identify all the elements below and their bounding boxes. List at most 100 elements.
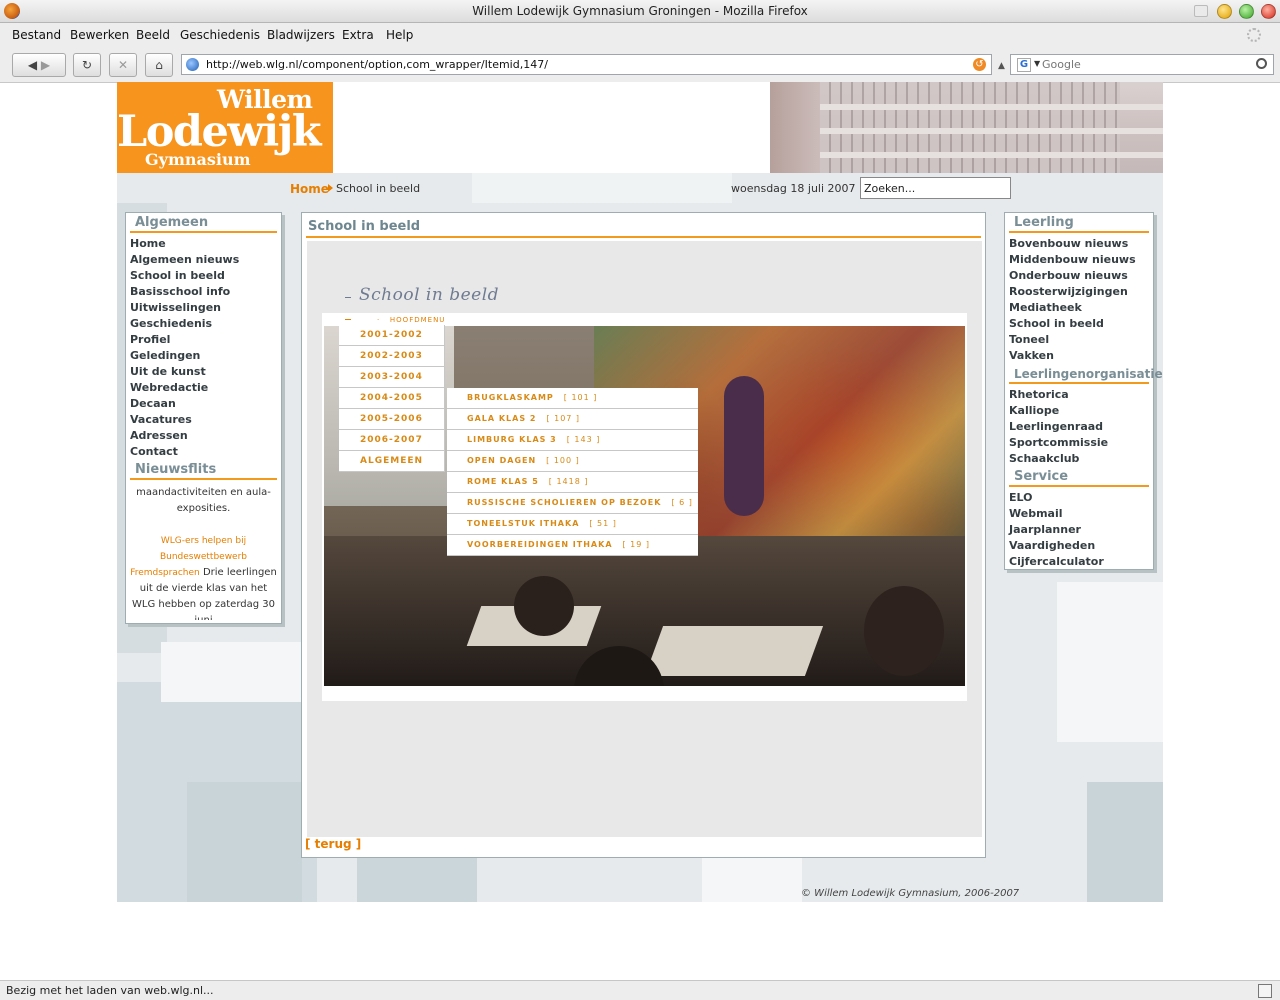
album-name[interactable]: OPEN DAGEN [467,456,536,465]
breadcrumb-home-link[interactable]: Home [290,182,329,196]
back-link[interactable]: [ terug ] [305,837,361,851]
right-menu-item[interactable]: Mediatheek [1005,300,1153,316]
right-menu-item[interactable]: Bovenbouw nieuws [1005,236,1153,252]
hoofdmenu-link[interactable]: · HOOFDMENU [377,316,445,324]
hoofdmenu-label[interactable]: HOOFDMENU [390,316,446,324]
album-name[interactable]: TONEELSTUK ITHAKA [467,519,579,528]
left-menu-item[interactable]: Adressen [126,428,281,444]
year-item[interactable]: 2002-2003 [339,346,445,367]
year-item[interactable]: 2006-2007 [339,430,445,451]
right-menu-item[interactable]: Leerlingenraad [1005,419,1153,435]
year-item[interactable]: 2003-2004 [339,367,445,388]
year-item[interactable]: 2001-2002 [339,325,445,346]
left-menu-item[interactable]: Uitwisselingen [126,300,281,316]
album-name[interactable]: GALA KLAS 2 [467,414,536,423]
site-logo[interactable]: Willem Lodewijk Gymnasium [117,82,333,173]
photo-floor-line [820,128,1163,134]
go-icon[interactable]: ↺ [973,58,986,71]
photo-gallery: · HOOFDMENU 2001-2002 2002-2003 2003-200… [322,313,967,701]
reload-icon: ↻ [81,58,93,72]
left-menu-item[interactable]: Vacatures [126,412,281,428]
url-input[interactable] [206,58,946,71]
right-menu-item[interactable]: Vaardigheden [1005,538,1153,554]
back-forward-button[interactable]: ◀ ▶ [12,53,66,77]
album-name[interactable]: RUSSISCHE SCHOLIEREN OP BEZOEK [467,498,661,507]
right-menu-item[interactable]: Jaarplanner [1005,522,1153,538]
google-icon[interactable]: G [1017,58,1031,72]
restore-window-button[interactable] [1194,5,1208,17]
stop-button[interactable]: ✕ [109,53,137,77]
album-item[interactable]: VOORBEREIDINGEN ITHAKA [ 19 ] [447,535,698,556]
album-item[interactable]: GALA KLAS 2 [ 107 ] [447,409,698,430]
right-menu-item[interactable]: Webmail [1005,506,1153,522]
year-item[interactable]: 2004-2005 [339,388,445,409]
right-menu-item[interactable]: Schaakclub [1005,451,1153,467]
album-name[interactable]: VOORBEREIDINGEN ITHAKA [467,540,613,549]
menu-heading-algemeen: Algemeen [130,213,277,233]
web-search-input[interactable] [1042,58,1242,71]
web-page: Willem Lodewijk Gymnasium Home School in… [117,82,1163,902]
left-menu-item[interactable]: Home [126,236,281,252]
left-menu-item[interactable]: Geledingen [126,348,281,364]
reload-button[interactable]: ↻ [73,53,101,77]
menu-help[interactable]: Help [386,28,413,42]
close-window-button[interactable] [1261,4,1276,19]
site-favicon-icon [186,58,199,71]
right-menu-item[interactable]: Rhetorica [1005,387,1153,403]
album-name[interactable]: BRUGKLASKAMP [467,393,554,402]
url-bar[interactable]: ↺ [181,54,992,75]
album-item[interactable]: ROME KLAS 5 [ 1418 ] [447,472,698,493]
year-item[interactable]: 2005-2006 [339,409,445,430]
right-menu-item[interactable]: Cijfercalculator [1005,554,1153,570]
right-menu-item[interactable]: Roosterwijzigingen [1005,284,1153,300]
status-bar: Bezig met het laden van web.wlg.nl... [0,980,1280,1000]
album-menu: BRUGKLASKAMP [ 101 ] GALA KLAS 2 [ 107 ] L… [447,388,698,556]
menu-heading-leerlingenorganisaties: Leerlingenorganisaties [1009,364,1163,384]
album-item[interactable]: OPEN DAGEN [ 100 ] [447,451,698,472]
status-edit-icon[interactable] [1258,984,1272,998]
menu-geschiedenis[interactable]: Geschiedenis [180,28,260,42]
back-icon[interactable]: ◀ [28,58,37,72]
year-item[interactable]: ALGEMEEN [339,451,445,472]
album-item[interactable]: BRUGKLASKAMP [ 101 ] [447,388,698,409]
search-engine-caret-icon[interactable]: ▲ [998,61,1005,71]
left-menu-item[interactable]: Webredactie [126,380,281,396]
right-menu-item[interactable]: Sportcommissie [1005,435,1153,451]
album-name[interactable]: ROME KLAS 5 [467,477,539,486]
forward-icon[interactable]: ▶ [41,58,50,72]
menu-beeld[interactable]: Beeld [136,28,170,42]
right-menu-item[interactable]: Vakken [1005,348,1153,364]
header-spacer [333,82,770,173]
minimize-window-button[interactable] [1217,4,1232,19]
site-search-input[interactable] [860,177,1011,199]
menu-bestand[interactable]: Bestand [12,28,61,42]
album-name[interactable]: LIMBURG KLAS 3 [467,435,557,444]
left-menu-item[interactable]: Geschiedenis [126,316,281,332]
menu-extra[interactable]: Extra [342,28,374,42]
menu-bladwijzers[interactable]: Bladwijzers [267,28,335,42]
chevron-down-icon[interactable]: ▼ [1034,59,1040,68]
search-icon[interactable] [1256,58,1267,69]
right-menu-item[interactable]: Kalliope [1005,403,1153,419]
search-bar[interactable]: G ▼ [1010,54,1274,75]
left-menu-item[interactable]: Uit de kunst [126,364,281,380]
arrow-icon [345,319,351,320]
right-menu-item[interactable]: School in beeld [1005,316,1153,332]
left-menu-item[interactable]: Algemeen nieuws [126,252,281,268]
right-menu-item[interactable]: ELO [1005,490,1153,506]
menu-bewerken[interactable]: Bewerken [70,28,129,42]
album-item[interactable]: RUSSISCHE SCHOLIEREN OP BEZOEK [ 6 ] [447,493,698,514]
album-item[interactable]: LIMBURG KLAS 3 [ 143 ] [447,430,698,451]
copyright-footer: © Willem Lodewijk Gymnasium, 2006-2007 [801,888,1020,899]
left-menu-item[interactable]: Profiel [126,332,281,348]
album-item[interactable]: TONEELSTUK ITHAKA [ 51 ] [447,514,698,535]
left-menu-item[interactable]: Contact [126,444,281,460]
maximize-window-button[interactable] [1239,4,1254,19]
left-menu-item[interactable]: School in beeld [126,268,281,284]
left-menu-item[interactable]: Decaan [126,396,281,412]
right-menu-item[interactable]: Middenbouw nieuws [1005,252,1153,268]
left-menu-item[interactable]: Basisschool info [126,284,281,300]
right-menu-item[interactable]: Onderbouw nieuws [1005,268,1153,284]
right-menu-item[interactable]: Toneel [1005,332,1153,348]
home-button[interactable]: ⌂ [145,53,173,77]
